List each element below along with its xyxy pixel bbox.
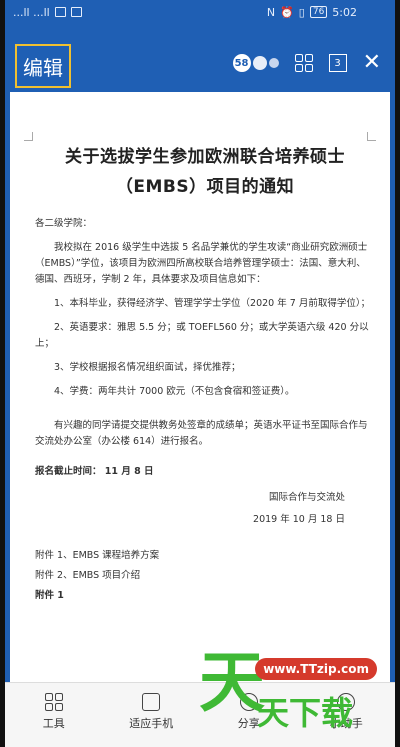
watermark-url: www.TTzip.com: [255, 658, 377, 680]
deadline: 报名截止时间： 11 月 8 日: [35, 466, 154, 477]
image-icon: [70, 7, 82, 17]
file-count-badge: 58: [232, 54, 251, 72]
battery-level: 76: [309, 6, 328, 18]
tools-label: 工具: [42, 717, 65, 730]
phone-fit-icon: [142, 693, 161, 711]
apply-paragraph: 有兴趣的同学请提交提供教务处签章的成绩单；英语水平证书至国际合作与交流处办公室（…: [35, 420, 368, 447]
issuing-office: 国际合作与交流处: [268, 492, 345, 503]
watermark-big-char: 天: [199, 644, 265, 721]
fit-phone-button[interactable]: 适应手机: [116, 693, 186, 731]
alarm-icon: ⏰: [280, 5, 294, 19]
nfc-icon: N: [266, 5, 276, 19]
attachment-2: 附件 2、EMBS 项目介绍: [35, 570, 141, 581]
edit-button[interactable]: 编辑: [15, 44, 71, 88]
watermark-logo: 天 www.TTzip.com 天下载: [195, 640, 395, 740]
document-title-line2: （EMBS）项目的通知: [115, 177, 295, 197]
document-page[interactable]: 关于选拔学生参加欧洲联合培养硕士 （EMBS）项目的通知 各二级学院： 我校拟在…: [10, 92, 390, 682]
grid-view-icon[interactable]: [294, 54, 313, 72]
bubble-icon: [268, 58, 279, 68]
toolbar: 编辑 58 3 ✕: [5, 24, 395, 92]
document-title: 关于选拔学生参加欧洲联合培养硕士: [65, 147, 345, 167]
fit-phone-label: 适应手机: [129, 717, 174, 730]
requirement-4: 4、学费：两年共计 7000 欧元（不包含食宿和签证费）。: [54, 386, 295, 397]
requirement-3: 3、学校根据报名情况组织面试，择优推荐；: [54, 362, 241, 373]
clock: 5:02: [332, 5, 357, 19]
vibrate-icon: ▯: [298, 5, 305, 19]
requirement-2: 2、英语要求：雅思 5.5 分；或 TOEFL560 分；或大学英语六级 420…: [35, 322, 369, 349]
attachment-3: 附件 1: [35, 590, 64, 601]
signal-indicator: ...ll ...ll: [13, 5, 50, 19]
tools-icon: [44, 693, 63, 711]
requirement-1: 1、本科毕业，获得经济学、管理学学士学位（2020 年 7 月前取得学位）；: [54, 298, 371, 309]
issue-date: 2019 年 10 月 18 日: [253, 514, 345, 525]
close-icon[interactable]: ✕: [363, 52, 381, 74]
page-corner-mark: [24, 132, 33, 141]
recent-files-button[interactable]: 58: [232, 54, 279, 72]
attachment-1: 附件 1、EMBS 课程培养方案: [35, 550, 160, 561]
notification-icon: [54, 7, 66, 17]
greeting: 各二级学院：: [35, 218, 93, 229]
page-count-button[interactable]: 3: [328, 54, 347, 72]
page-corner-mark: [367, 132, 376, 141]
bubble-icon: [252, 56, 267, 70]
phone-screen: ...ll ...ll N ⏰ ▯ 76 5:02 编辑 58 3 ✕ 关于选拔…: [5, 0, 395, 747]
tools-button[interactable]: 工具: [19, 693, 89, 731]
document-content: 关于选拔学生参加欧洲联合培养硕士 （EMBS）项目的通知 各二级学院： 我校拟在…: [35, 142, 375, 604]
status-bar: ...ll ...ll N ⏰ ▯ 76 5:02: [5, 0, 395, 24]
intro-paragraph: 我校拟在 2016 级学生中选拔 5 名品学兼优的学生攻读“商业研究欧洲硕士（E…: [35, 242, 368, 285]
watermark-text: 天下载: [257, 694, 354, 732]
